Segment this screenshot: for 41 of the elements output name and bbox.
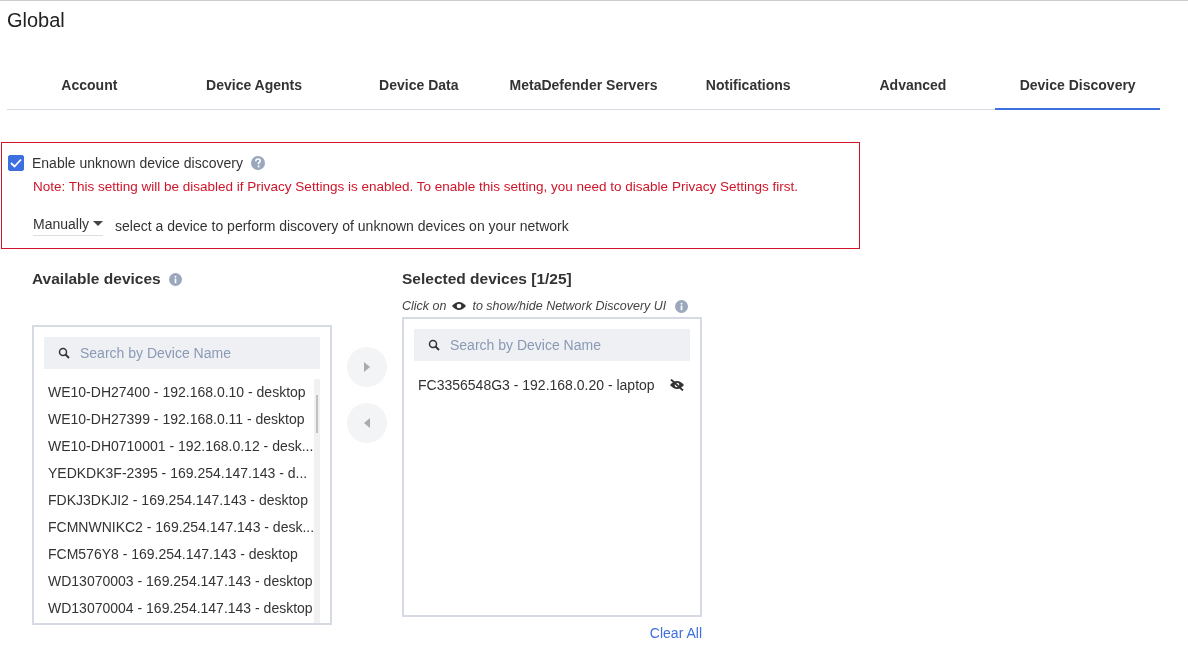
checkbox[interactable] <box>8 155 24 171</box>
device-item[interactable]: WE10-DH27400 - 192.168.0.10 - desktop <box>44 379 315 406</box>
info-icon[interactable] <box>168 272 182 286</box>
tab[interactable]: Advanced <box>830 63 996 110</box>
section-title: Selected devices [1/25] <box>402 270 572 288</box>
caret-icon <box>93 221 104 227</box>
hint-text: to show/hide Network Discovery UI <box>472 299 667 313</box>
search-field[interactable]: Search by Device Name <box>414 329 690 361</box>
device-item[interactable]: WD13070003 - 169.254.147.143 - desktop <box>44 568 315 595</box>
tab[interactable]: Device Discovery <box>995 63 1161 110</box>
hint-text: Click on <box>402 299 447 313</box>
clear-all-link[interactable]: Clear All <box>649 625 702 641</box>
info-icon[interactable] <box>675 299 689 313</box>
help-icon[interactable] <box>250 156 265 170</box>
tab[interactable]: MetaDefender Servers <box>501 63 666 110</box>
caret-right-icon <box>364 362 370 372</box>
warning-note: Note: This setting will be disabled if Privacy Settings is enabled. To enable this setting, you need to disable Privacy Settings first. <box>33 179 799 194</box>
tab[interactable]: Account <box>7 63 172 110</box>
device-item[interactable]: FC3356548G3 - 192.168.0.20 - laptop <box>418 377 655 393</box>
device-item[interactable]: FCMNWNIKC2 - 169.254.147.143 - desk... <box>44 514 315 541</box>
device-item[interactable]: WE10-DH27399 - 192.168.0.11 - desktop <box>44 406 315 433</box>
section-title: Available devices <box>32 270 161 288</box>
device-item[interactable]: FCM576Y8 - 169.254.147.143 - desktop <box>44 541 315 568</box>
device-item[interactable]: YEDKDK3F-2395 - 169.254.147.143 - d... <box>44 460 315 487</box>
device-item[interactable]: WE10-DH0710001 - 192.168.0.12 - desk... <box>44 433 315 460</box>
eye-slash-icon[interactable] <box>668 379 685 391</box>
page-title: Global <box>6 8 66 33</box>
move-left-button[interactable] <box>347 403 387 443</box>
mode-description: select a device to perform discovery of unknown devices on your network <box>115 218 569 234</box>
caret-left-icon <box>364 418 370 428</box>
tab[interactable]: Device Data <box>336 63 502 110</box>
mode-dropdown[interactable]: Manually <box>33 216 104 236</box>
eye-icon <box>451 300 468 312</box>
device-item[interactable]: WD13070004 - 169.254.147.143 - desktop <box>44 595 315 622</box>
checkbox-label: Enable unknown device discovery <box>32 155 243 171</box>
move-right-button[interactable] <box>347 347 387 387</box>
device-item[interactable]: FDKJ3DKJI2 - 169.254.147.143 - desktop <box>44 487 315 514</box>
scrollbar[interactable] <box>314 379 320 623</box>
tab[interactable]: Notifications <box>665 63 831 110</box>
search-field[interactable]: Search by Device Name <box>44 337 320 369</box>
tab[interactable]: Device Agents <box>171 63 337 110</box>
